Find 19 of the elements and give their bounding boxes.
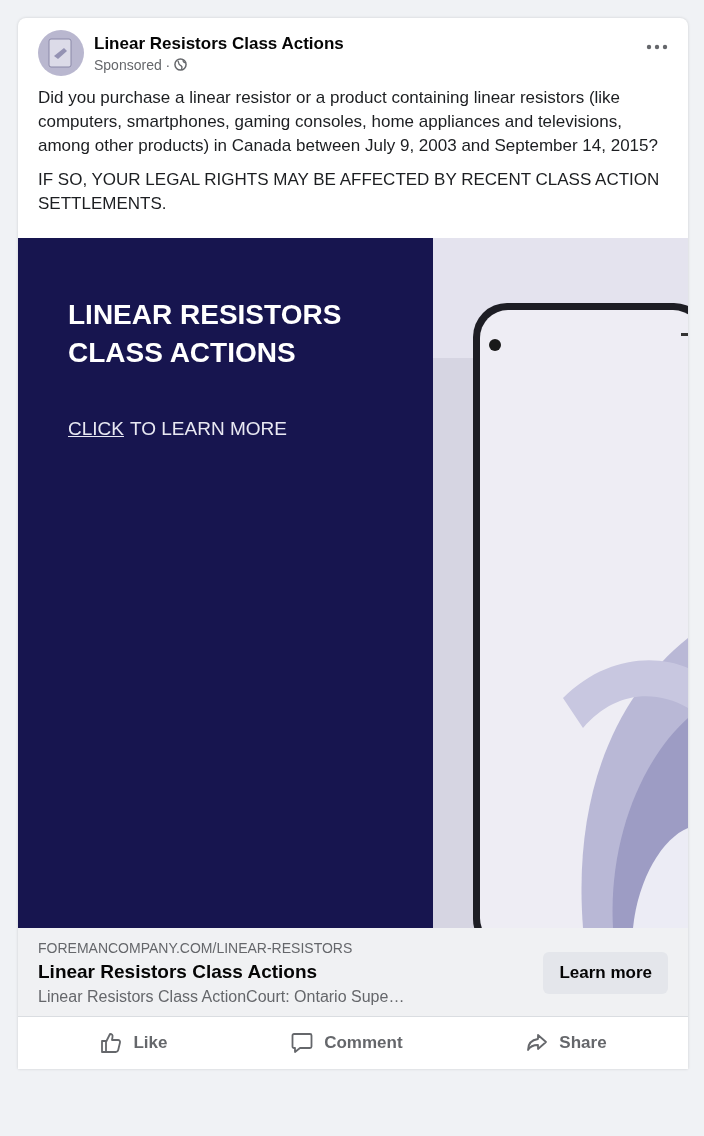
share-button[interactable]: Share <box>509 1023 623 1063</box>
sponsored-label: Sponsored · <box>94 56 171 73</box>
post-text: IF SO, YOUR LEGAL RIGHTS MAY BE AFFECTED BY RECENT CLASS ACTION SETTLEMENTS. <box>38 169 661 215</box>
page-name[interactable]: Linear Resistors Class Actions <box>94 33 636 54</box>
globe-icon <box>174 58 188 71</box>
like-button[interactable]: Like <box>83 1023 184 1063</box>
avatar <box>38 30 84 76</box>
click-link[interactable]: CLICK <box>68 418 124 440</box>
link-domain: FOREMANCOMPANY.COM/LINEAR-RESISTORS <box>38 940 354 956</box>
speech-bubble-icon <box>290 1031 315 1055</box>
link-title[interactable]: Linear Resistors Class Actions <box>38 961 544 983</box>
cta-text: TO LEARN MORE <box>129 418 287 440</box>
learn-more-button[interactable]: Learn more <box>543 952 668 994</box>
post-text: Did you purchase a linear resistor or a product containing linear resistors (like computers, smartphones, gaming consoles, home appliances and televisions, among other products) in Canada between July 9, 2003 and September 14, 2015? <box>38 87 659 157</box>
comment-button[interactable]: Comment <box>274 1023 419 1063</box>
more-options-icon[interactable] <box>646 44 668 50</box>
ad-headline: LINEAR RESISTORS CLASS ACTIONS <box>68 298 343 370</box>
link-description: Linear Resistors Class ActionCourt: Ontario Supe… <box>38 988 406 1006</box>
thumbs-up-icon <box>99 1031 124 1055</box>
